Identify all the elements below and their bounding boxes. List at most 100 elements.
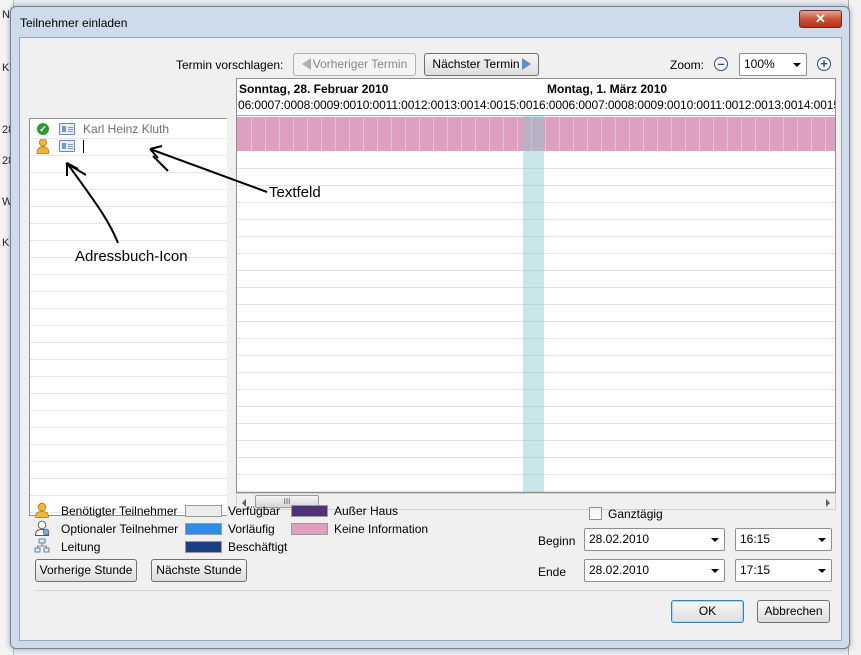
plus-circle-icon[interactable]: + — [817, 57, 831, 71]
grid-column-line — [825, 117, 826, 151]
check-circle-icon: ✓ — [37, 123, 49, 135]
grid-column-line — [251, 117, 252, 151]
annotation-textfield: Textfeld — [269, 184, 321, 201]
grid-column-line — [419, 117, 420, 151]
titlebar[interactable]: Teilnehmer einladen ✕ — [11, 7, 849, 35]
legend-tentative-swatch — [185, 523, 222, 535]
grid-column-line — [461, 117, 462, 151]
allday-label: Ganztägig — [608, 507, 663, 521]
attendee-text-field[interactable] — [83, 140, 84, 153]
ok-button[interactable]: OK — [671, 600, 744, 623]
start-label: Beginn — [538, 534, 576, 548]
row-line — [30, 223, 228, 224]
row-line — [30, 274, 228, 275]
row-line — [30, 206, 228, 207]
chevron-down-icon — [711, 538, 719, 542]
cancel-button[interactable]: Abbrechen — [757, 600, 830, 623]
grid-column-line — [797, 117, 798, 151]
allday-checkbox[interactable] — [589, 507, 602, 520]
legend-resource-label: Leitung — [61, 540, 101, 554]
grid-column-line — [391, 117, 392, 151]
suggest-label: Termin vorschlagen: — [176, 58, 284, 72]
row-line — [30, 461, 228, 462]
grid-column-line — [615, 117, 616, 151]
legend-required-label: Benötigter Teilnehmer — [61, 504, 178, 518]
grid-column-line — [503, 117, 504, 151]
grid-column-line — [727, 117, 728, 151]
chevron-down-icon — [818, 569, 826, 573]
row-line — [30, 342, 228, 343]
zoom-select[interactable]: 100% — [739, 53, 807, 76]
row-line — [30, 325, 228, 326]
grid-column-line — [517, 117, 518, 151]
day-header: Montag, 1. März 2010 — [547, 82, 668, 96]
background-fragment: K — [2, 62, 10, 74]
background-fragment: K — [2, 237, 10, 249]
legend-out-of-office-label: Außer Haus — [334, 504, 399, 518]
dialog-title: Teilnehmer einladen — [20, 16, 128, 30]
splitter[interactable] — [227, 78, 235, 516]
dialog-client-area: Termin vorschlagen: Vorheriger Termin Nä… — [19, 37, 842, 641]
grid-column-line — [657, 117, 658, 151]
day-header: Sonntag, 28. Februar 2010 — [239, 82, 389, 96]
address-card-icon[interactable] — [59, 123, 75, 135]
optional-attendee-icon — [35, 520, 50, 536]
row-line — [30, 359, 228, 360]
meeting-time-highlight[interactable] — [523, 116, 544, 492]
footer-divider — [35, 590, 833, 591]
grid-column-line — [741, 117, 742, 151]
hour-labels: 06:0007:0008:0009:0010:0011:0012:0013:00… — [238, 98, 835, 112]
grid-column-line — [307, 117, 308, 151]
grid-column-line — [559, 117, 560, 151]
next-meeting-label: Nächster Termin — [432, 57, 520, 71]
grid-column-line — [335, 117, 336, 151]
grid-column-line — [279, 117, 280, 151]
legend-optional-label: Optionaler Teilnehmer — [61, 522, 179, 536]
next-meeting-button[interactable]: Nächster Termin — [424, 53, 539, 76]
end-time-value: 17:15 — [740, 563, 771, 577]
schedule-grid[interactable]: Sonntag, 28. Februar 2010 Montag, 1. Mär… — [236, 78, 836, 493]
grid-column-line — [265, 117, 266, 151]
address-card-icon[interactable] — [59, 140, 75, 152]
grid-column-line — [671, 117, 672, 151]
attendee-row[interactable]: ✓ Karl Heinz Kluth — [30, 121, 230, 138]
grid-column-line — [293, 117, 294, 151]
close-button[interactable]: ✕ — [799, 10, 842, 28]
previous-meeting-button[interactable]: Vorheriger Termin — [293, 53, 416, 76]
hour-labels-day1: 06:0007:0008:0009:0010:0011:0012:0013:00… — [238, 98, 562, 112]
grid-column-line — [405, 117, 406, 151]
start-date-select[interactable]: 28.02.2010 — [584, 528, 725, 551]
row-line — [30, 308, 228, 309]
legend-no-info-label: Keine Information — [334, 522, 429, 536]
zoom-value: 100% — [744, 57, 775, 71]
grid-column-line — [321, 117, 322, 151]
grid-column-line — [769, 117, 770, 151]
row-line — [30, 240, 228, 241]
grid-column-line — [545, 117, 546, 151]
annotation-addressbook: Adressbuch-Icon — [75, 248, 188, 265]
grid-column-line — [433, 117, 434, 151]
row-line — [30, 410, 228, 411]
row-line — [30, 478, 228, 479]
next-hour-button[interactable]: Nächste Stunde — [151, 559, 247, 582]
previous-hour-button[interactable]: Vorherige Stunde — [35, 559, 137, 582]
attendee-row-input[interactable] — [30, 138, 230, 155]
grid-column-line — [377, 117, 378, 151]
end-date-select[interactable]: 28.02.2010 — [584, 559, 725, 582]
grid-column-line — [601, 117, 602, 151]
grid-column-line — [629, 117, 630, 151]
grid-column-line — [713, 117, 714, 151]
scroll-right-icon[interactable] — [826, 499, 830, 507]
grid-column-line — [643, 117, 644, 151]
end-time-select[interactable]: 17:15 — [735, 559, 832, 582]
grid-column-line — [489, 117, 490, 151]
row-line — [30, 138, 228, 139]
start-time-select[interactable]: 16:15 — [735, 528, 832, 551]
grid-column-line — [475, 117, 476, 151]
row-line — [30, 172, 228, 173]
required-attendee-icon — [35, 502, 49, 518]
legend-no-info-swatch — [291, 523, 328, 535]
minus-circle-icon[interactable]: – — [714, 57, 728, 71]
attendee-name: Karl Heinz Kluth — [83, 122, 170, 136]
row-line — [30, 427, 228, 428]
